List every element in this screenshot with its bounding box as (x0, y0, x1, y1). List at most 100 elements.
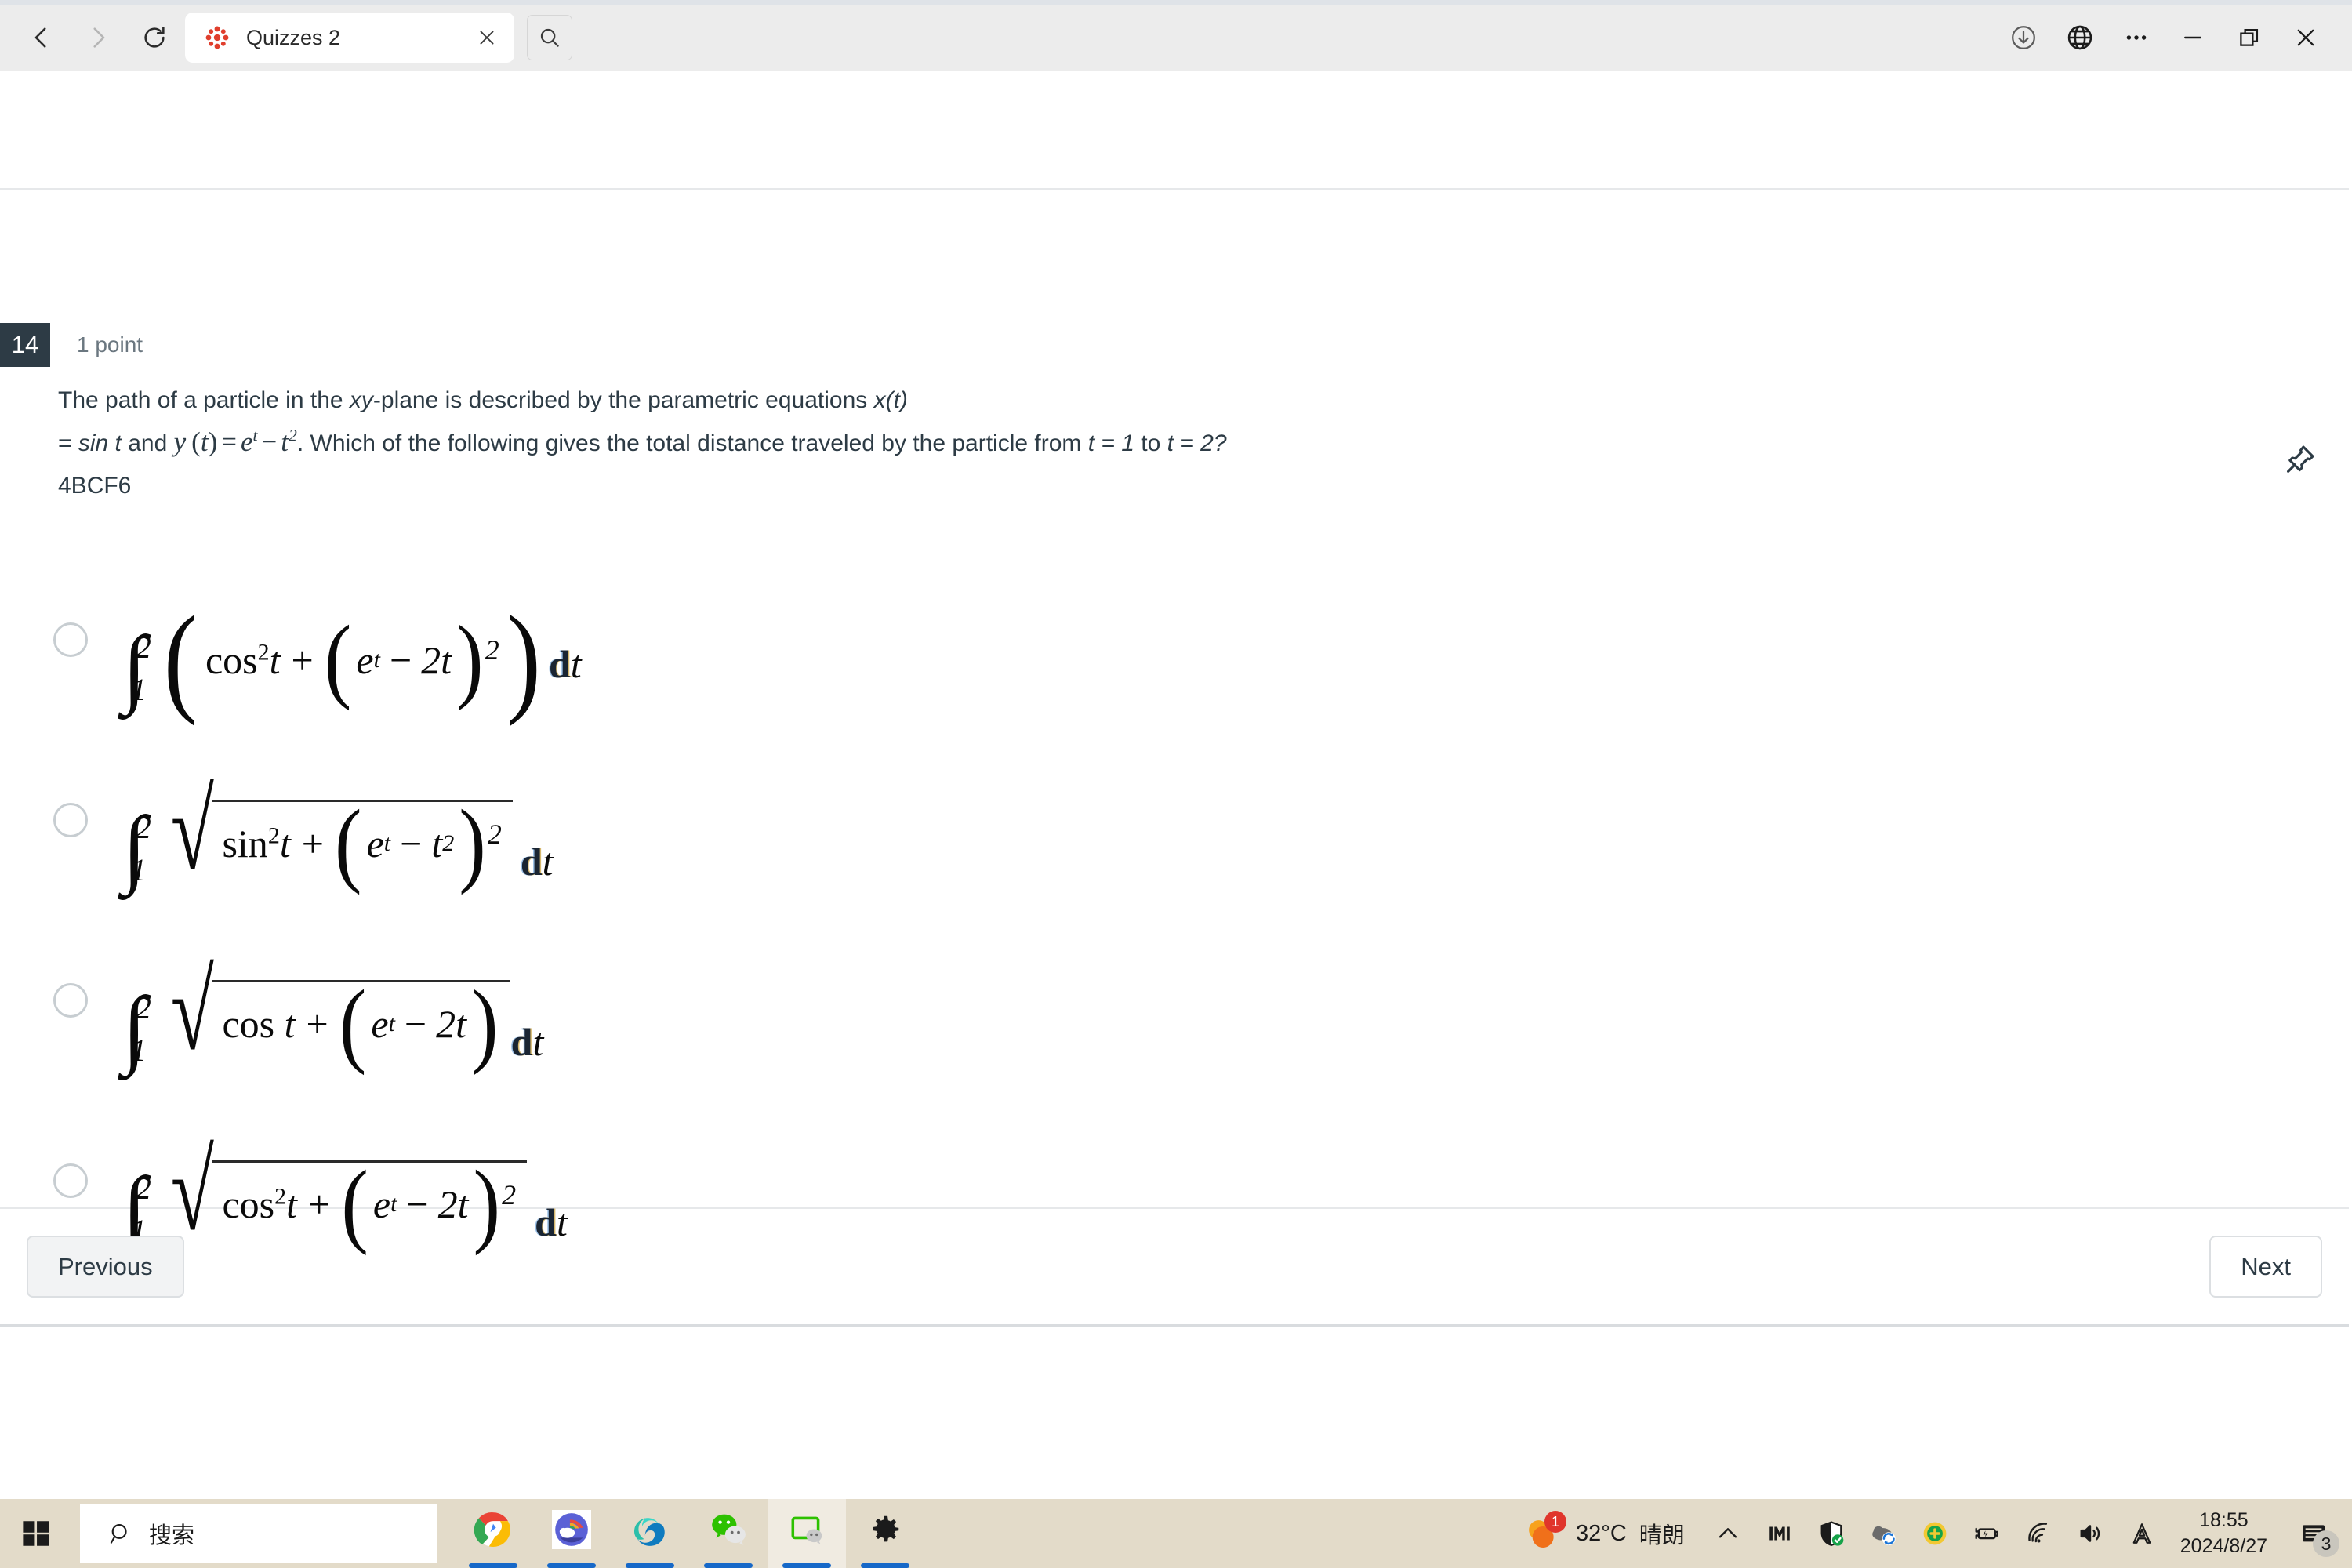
window-close-button[interactable] (2280, 13, 2332, 62)
inner-paren-group-b: ( e t − t 2 ) 2 (335, 796, 502, 890)
taskbar-wechat-icon[interactable] (689, 1499, 768, 1568)
outer-paren-group-a: ( cos2 t + ( e t −2t ) 2 ) (164, 598, 541, 720)
network-tray-icon[interactable] (2013, 1499, 2064, 1568)
stem-math-y: y (t) = et − t2 (173, 425, 297, 457)
taskbar-settings-gear-icon[interactable] (846, 1499, 924, 1568)
reload-button[interactable] (130, 13, 179, 62)
question-number-badge: 14 (0, 323, 50, 367)
show-hidden-icons-button[interactable] (1702, 1499, 1754, 1568)
inner-power-b: 2 (487, 818, 502, 850)
radio-option-b[interactable] (53, 803, 88, 837)
quiz-navigation-footer: Previous Next (0, 1209, 2349, 1327)
taskbar-search-placeholder: 搜索 (149, 1523, 195, 1548)
taskbar-clock[interactable]: 18:55 2024/8/27 (2168, 1508, 2286, 1559)
update-tray-icon[interactable] (1909, 1499, 1961, 1568)
quiz-page: 14 1 point The path of a particle in the… (0, 71, 2352, 1499)
tab-strip: Quizzes 2 (185, 13, 572, 63)
inner-power-a: 2 (485, 634, 499, 666)
restore-icon (2240, 28, 2259, 46)
chevron-left-icon (34, 27, 46, 48)
cos-var-c: t (284, 1002, 296, 1047)
taskbar-rainbow-cloud-icon[interactable] (532, 1499, 611, 1568)
taskbar-chrome-icon[interactable] (454, 1499, 532, 1568)
pushpin-icon[interactable] (2283, 442, 2318, 477)
stem-t1: t = 1 (1087, 430, 1134, 456)
browser-toolbar: Quizzes 2 (0, 0, 2352, 71)
taskbar-apps (454, 1499, 924, 1568)
volume-tray-icon[interactable] (2064, 1499, 2116, 1568)
question-card: 14 1 point The path of a particle in the… (0, 190, 2349, 1252)
update-plus-icon (1923, 1522, 1947, 1545)
e-base-c: e (371, 1002, 389, 1047)
ime-letter-icon (2132, 1523, 2151, 1544)
answer-option-a[interactable]: ∫ 2 1 ( cos2 t + ( e t −2t) 2) d t (0, 598, 2349, 793)
stem-xt: x(t) (873, 387, 908, 413)
ime-tray-icon[interactable] (2116, 1499, 2168, 1568)
downloads-button[interactable] (1998, 13, 2049, 62)
radio-option-c[interactable] (53, 983, 88, 1018)
cos-var-a: t (269, 637, 281, 682)
windows-taskbar: 搜索 1 32°C 晴朗 18:55 2024/8/27 3 (0, 1499, 2352, 1568)
tray-weather-widget[interactable]: 1 32°C 晴朗 (1513, 1511, 1702, 1555)
more-menu-button[interactable] (2111, 13, 2162, 62)
maximize-button[interactable] (2223, 13, 2275, 62)
next-button[interactable]: Next (2209, 1236, 2322, 1298)
question-stem-line-2: = sin t and y (t) = et − t2. Which of the fo… (58, 420, 1861, 465)
differential-a: dt (548, 642, 582, 686)
taskbar-search[interactable]: 搜索 (80, 1504, 437, 1563)
clock-date: 2024/8/27 (2180, 1535, 2267, 1557)
taskbar-wechat-window-icon[interactable] (768, 1499, 846, 1568)
inner-paren-group-c: ( e t −2t ) (339, 976, 499, 1070)
cos-term-c: cos (222, 1002, 275, 1047)
globe-icon (2067, 25, 2092, 50)
onedrive-tray-icon[interactable] (1857, 1499, 1909, 1568)
start-button[interactable] (0, 1499, 72, 1568)
stem-sin-t: sin t (78, 430, 122, 456)
notification-count-badge: 3 (2313, 1530, 2339, 1557)
integral-symbol-a: ∫ 2 1 (122, 619, 151, 717)
previous-button[interactable]: Previous (27, 1236, 184, 1298)
weather-temperature: 32°C (1575, 1520, 1627, 1546)
close-icon[interactable] (474, 24, 500, 51)
forward-button[interactable] (74, 13, 122, 62)
stem-text-3: = (58, 430, 78, 456)
e-exp-c: t (388, 1011, 395, 1037)
close-icon (2297, 29, 2314, 46)
sin-term-b: sin2 (222, 822, 280, 866)
radio-option-a[interactable] (53, 622, 88, 657)
translate-button[interactable] (2054, 13, 2106, 62)
inner-power-d: 2 (502, 1178, 517, 1210)
e-base-a: e (356, 637, 374, 682)
chevron-right-icon (93, 27, 105, 48)
answer-option-b[interactable]: ∫ 2 1 √ sin2 t + (e t − t 2) 2 d t (0, 774, 2349, 974)
inner-paren-group-a: ( e t −2t ) 2 (325, 612, 499, 706)
e-exp-a: t (373, 646, 380, 673)
radical-sign-b: √ (170, 768, 214, 894)
navigation-buttons (0, 13, 179, 62)
security-shield-icon (1820, 1521, 1844, 1547)
answer-math-b: ∫ 2 1 √ sin2 t + (e t − t 2) 2 d t (122, 774, 554, 897)
rhs-a: 2t (421, 637, 452, 682)
radical-sign-c: √ (170, 948, 214, 1074)
intel-graphics-tray-icon[interactable] (1754, 1499, 1806, 1568)
integral-symbol-c: ∫ 2 1 (122, 979, 151, 1077)
minimize-button[interactable] (2167, 13, 2219, 62)
search-icon (540, 28, 559, 47)
browser-tab[interactable]: Quizzes 2 (185, 13, 514, 63)
integral-symbol-b: ∫ 2 1 (122, 799, 151, 897)
download-icon (2012, 26, 2035, 49)
weather-sun-icon: 1 (1521, 1511, 1566, 1555)
rhs-b: t (431, 822, 443, 866)
radical-b: √ sin2 t + ( e t − t 2 ) 2 (167, 774, 513, 890)
tab-search-button[interactable] (527, 15, 572, 60)
plus-sign-a: + (291, 637, 314, 682)
taskbar-edge-icon[interactable] (611, 1499, 689, 1568)
radio-option-d[interactable] (53, 1163, 88, 1198)
back-button[interactable] (17, 13, 66, 62)
answer-option-c[interactable]: ∫ 2 1 √ cos t + (e t − 2t) d t (0, 954, 2349, 1154)
minus-sign-c: − (404, 1002, 427, 1047)
security-tray-icon[interactable] (1806, 1499, 1857, 1568)
stem-text-4: . Which of the following gives the total… (296, 430, 1088, 456)
battery-tray-icon[interactable] (1961, 1499, 2013, 1568)
notification-center-button[interactable]: 3 (2286, 1499, 2341, 1568)
